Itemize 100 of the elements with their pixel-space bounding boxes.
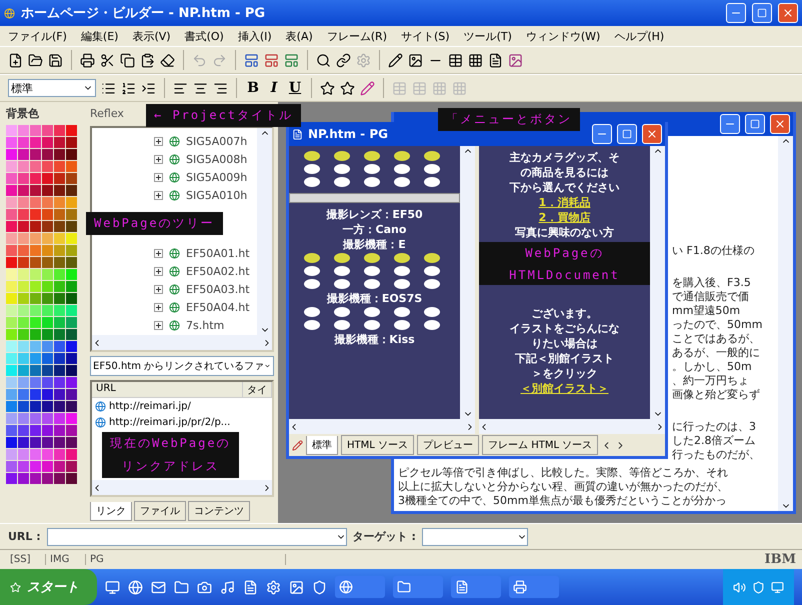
monitor-icon[interactable] xyxy=(771,580,784,594)
menu-item[interactable]: ウィンドウ(W) xyxy=(526,28,600,44)
quick-launch-icon[interactable] xyxy=(312,580,327,594)
numbered-list-icon[interactable] xyxy=(121,80,136,96)
maximize-button[interactable] xyxy=(752,3,772,23)
panel-tab[interactable]: リンク xyxy=(90,502,132,521)
close-icon[interactable] xyxy=(646,128,658,140)
scrollbar[interactable] xyxy=(479,419,665,434)
menu-item[interactable]: ヘルプ(H) xyxy=(614,28,664,44)
link-row[interactable]: http://reimari.jp/ xyxy=(92,398,272,414)
start-button[interactable]: スタート xyxy=(0,569,97,605)
new-file-icon[interactable] xyxy=(8,52,23,68)
menu-item[interactable]: サイト(S) xyxy=(401,28,450,44)
page-link[interactable]: ＜別館イラスト＞ xyxy=(520,381,608,396)
window-icon[interactable] xyxy=(455,580,469,594)
scissors-icon[interactable] xyxy=(100,52,115,68)
style-select[interactable]: 標準 xyxy=(8,79,96,97)
maximize-icon[interactable] xyxy=(622,129,632,139)
color-palette[interactable] xyxy=(6,125,78,485)
tree-item[interactable]: EF50A04.ht xyxy=(154,298,257,316)
copy-icon[interactable] xyxy=(120,52,135,68)
format-button[interactable]: B xyxy=(245,80,261,96)
quick-launch-icon[interactable] xyxy=(128,580,143,594)
panel-tab[interactable]: ファイル xyxy=(134,501,186,521)
scrollbar[interactable] xyxy=(778,136,793,511)
shield-icon[interactable] xyxy=(752,580,765,594)
taskbar-button[interactable] xyxy=(335,576,385,598)
link-row[interactable]: http://reimari.jp/pr/2/p... xyxy=(92,414,272,430)
tree-item[interactable]: SIG5A007h xyxy=(154,132,257,150)
volume-icon[interactable] xyxy=(733,580,746,594)
window-icon[interactable] xyxy=(397,580,411,594)
view-tab[interactable]: 標準 xyxy=(306,436,338,454)
column-header[interactable]: URL xyxy=(92,382,243,397)
close-icon[interactable] xyxy=(782,7,794,19)
minimize-button[interactable] xyxy=(592,124,612,144)
maximize-icon[interactable] xyxy=(757,8,767,18)
search-icon[interactable] xyxy=(316,52,331,68)
panel-tab[interactable]: コンテンツ xyxy=(188,501,250,521)
expand-icon[interactable] xyxy=(154,172,163,182)
taskbar-button[interactable] xyxy=(509,576,559,598)
printer-icon[interactable] xyxy=(80,52,95,68)
column-header[interactable]: タイ xyxy=(243,382,272,397)
window-icon[interactable] xyxy=(513,580,527,594)
scrollbar[interactable] xyxy=(650,146,665,419)
close-button[interactable] xyxy=(642,124,662,144)
quick-launch-icon[interactable] xyxy=(266,580,281,594)
paste-icon[interactable] xyxy=(140,52,155,68)
maximize-button[interactable] xyxy=(617,124,637,144)
menu-item[interactable]: 挿入(I) xyxy=(238,28,272,44)
indent-icon[interactable] xyxy=(141,80,156,96)
url-field[interactable] xyxy=(46,528,347,546)
image-icon[interactable] xyxy=(408,52,423,68)
merge-cells-icon[interactable] xyxy=(432,80,447,96)
quick-launch-icon[interactable] xyxy=(289,580,304,594)
page-icon[interactable] xyxy=(284,52,299,68)
tree-item[interactable]: 7s.htm xyxy=(154,316,257,334)
tree-item[interactable]: EF50A03.ht xyxy=(154,280,257,298)
window-icon[interactable] xyxy=(339,580,353,594)
link-icon[interactable] xyxy=(336,52,351,68)
color-icon[interactable] xyxy=(360,80,375,96)
expand-icon[interactable] xyxy=(154,266,163,276)
view-tab[interactable]: HTML ソース xyxy=(341,435,414,455)
target-field[interactable] xyxy=(422,528,528,546)
quick-launch-icon[interactable] xyxy=(243,580,258,594)
quick-launch-icon[interactable] xyxy=(197,580,212,594)
align-right-icon[interactable] xyxy=(213,80,228,96)
close-button[interactable] xyxy=(778,3,798,23)
menu-item[interactable]: 書式(O) xyxy=(184,28,224,44)
minimize-button[interactable] xyxy=(720,114,740,134)
quick-launch-icon[interactable] xyxy=(174,580,189,594)
close-icon[interactable] xyxy=(774,118,786,130)
expand-icon[interactable] xyxy=(154,154,163,164)
tree-item[interactable]: SIG5A010h xyxy=(154,186,257,204)
scrollbar[interactable] xyxy=(289,419,475,434)
maximize-icon[interactable] xyxy=(750,119,760,129)
format-button[interactable]: I xyxy=(266,80,282,96)
open-folder-icon[interactable] xyxy=(28,52,43,68)
menu-item[interactable]: 編集(E) xyxy=(80,28,118,44)
scrollbar[interactable] xyxy=(460,146,475,419)
split-cells-icon[interactable] xyxy=(452,80,467,96)
bullet-list-icon[interactable] xyxy=(101,80,116,96)
page-link[interactable]: 2．買物店 xyxy=(538,210,590,225)
expand-icon[interactable] xyxy=(154,136,163,146)
scrollbar[interactable] xyxy=(92,480,272,495)
expand-icon[interactable] xyxy=(154,284,163,294)
expand-icon[interactable] xyxy=(154,190,163,200)
table-icon[interactable] xyxy=(448,52,463,68)
scrollbar[interactable] xyxy=(257,128,272,335)
minimize-button[interactable] xyxy=(726,3,746,23)
menu-item[interactable]: 表(A) xyxy=(286,28,313,44)
menu-item[interactable]: ツール(T) xyxy=(464,28,512,44)
maximize-button[interactable] xyxy=(745,114,765,134)
layout-icon[interactable] xyxy=(244,52,259,68)
eraser-icon[interactable] xyxy=(160,52,175,68)
expand-icon[interactable] xyxy=(154,320,163,330)
scrollbar[interactable] xyxy=(92,335,272,350)
align-left-icon[interactable] xyxy=(173,80,188,96)
pencil-icon[interactable] xyxy=(388,52,403,68)
grid-icon[interactable] xyxy=(468,52,483,68)
picture-icon[interactable] xyxy=(508,52,523,68)
